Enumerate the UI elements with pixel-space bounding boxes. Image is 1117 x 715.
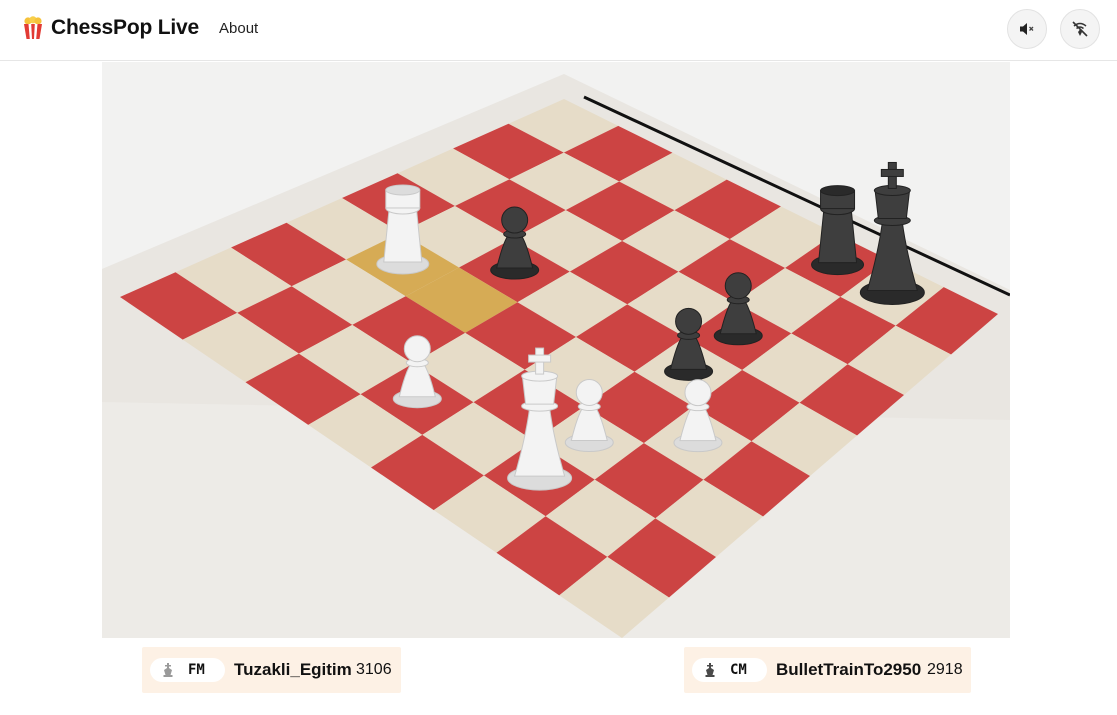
mute-button[interactable] (1007, 9, 1047, 49)
broadcast-toggle-button[interactable] (1060, 9, 1100, 49)
chess-board[interactable] (102, 62, 1010, 638)
white-player-card[interactable]: FM Tuzakli_Egitim 3106 (142, 647, 401, 693)
speaker-muted-icon (1020, 23, 1034, 35)
black-player-card[interactable]: CM BulletTrainTo2950 2918 (684, 647, 971, 693)
popcorn-icon[interactable] (22, 16, 44, 40)
nav-about-link[interactable]: About (219, 20, 258, 37)
player-title: FM (188, 662, 205, 678)
app-title[interactable]: ChessPop Live (51, 16, 199, 40)
white-king-icon (163, 663, 173, 677)
broadcast-off-icon (1072, 21, 1088, 37)
player-rating: 3106 (356, 661, 392, 678)
player-name[interactable]: BulletTrainTo2950 (776, 660, 921, 680)
player-rating: 2918 (927, 661, 963, 678)
board-3d-view[interactable] (102, 62, 1010, 638)
top-bar: ChessPop Live About (0, 0, 1117, 61)
player-title: CM (730, 662, 747, 678)
player-name[interactable]: Tuzakli_Egitim (234, 660, 352, 680)
title-badge: FM (150, 658, 225, 682)
title-badge: CM (692, 658, 767, 682)
black-king-icon (705, 663, 715, 677)
